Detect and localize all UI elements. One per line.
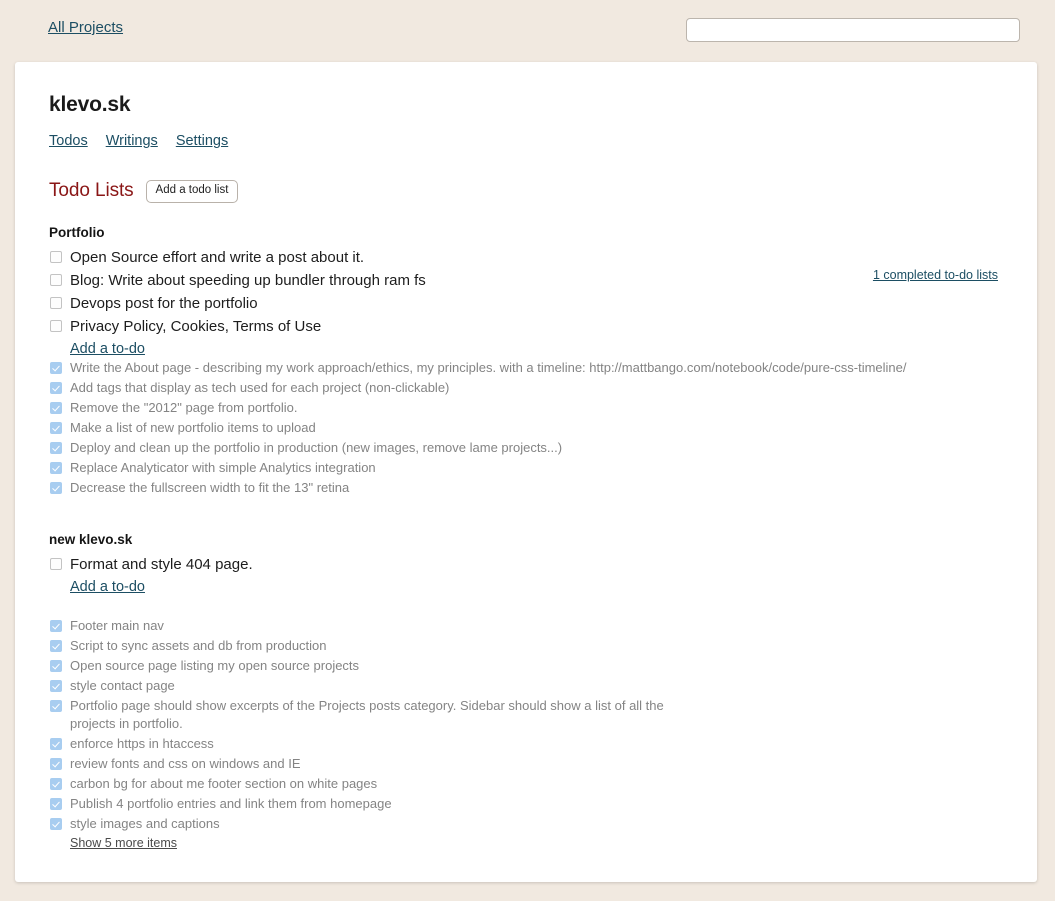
- list-item[interactable]: Replace Analyticator with simple Analyti…: [49, 458, 1003, 478]
- checkbox-checked-icon[interactable]: [50, 619, 62, 632]
- checkbox-checked-icon[interactable]: [50, 757, 62, 770]
- todo-item-text: Make a list of new portfolio items to up…: [70, 419, 316, 435]
- checkbox-checked-icon[interactable]: [50, 441, 62, 454]
- list-item[interactable]: Privacy Policy, Cookies, Terms of Use: [49, 315, 1003, 338]
- list-item[interactable]: Deploy and clean up the portfolio in pro…: [49, 438, 1003, 458]
- tab-writings[interactable]: Writings: [106, 133, 158, 149]
- checkbox-checked-icon[interactable]: [50, 481, 62, 494]
- todo-item-text: style images and captions: [70, 815, 220, 831]
- open-items-list: Open Source effort and write a post abou…: [49, 246, 1003, 338]
- checkbox-unchecked-icon[interactable]: [50, 557, 62, 570]
- todo-item-text: Open Source effort and write a post abou…: [70, 248, 365, 266]
- completed-todo-lists-link[interactable]: 1 completed to-do lists: [873, 268, 998, 282]
- project-card-body: klevo.sk Todos Writings Settings Todo Li…: [15, 62, 1037, 882]
- checkbox-checked-icon[interactable]: [50, 361, 62, 374]
- open-items-list: Format and style 404 page.: [49, 553, 1003, 576]
- list-item[interactable]: enforce https in htaccess: [49, 734, 1003, 754]
- checkbox-checked-icon[interactable]: [50, 461, 62, 474]
- list-item[interactable]: Open Source effort and write a post abou…: [49, 246, 1003, 269]
- todo-list-new-klevo-sk: new klevo.sk Format and style 404 page. …: [49, 532, 1003, 852]
- checkbox-checked-icon[interactable]: [50, 639, 62, 652]
- list-item[interactable]: Portfolio page should show excerpts of t…: [49, 696, 1003, 734]
- search-input[interactable]: [686, 18, 1020, 42]
- project-card: klevo.sk Todos Writings Settings Todo Li…: [15, 62, 1037, 882]
- todo-item-text: review fonts and css on windows and IE: [70, 755, 301, 771]
- todo-list-portfolio: Portfolio Open Source effort and write a…: [49, 225, 1003, 498]
- top-bar: All Projects: [0, 0, 1055, 62]
- project-tabs: Todos Writings Settings: [49, 133, 1003, 149]
- todo-item-text: Publish 4 portfolio entries and link the…: [70, 795, 392, 811]
- list-item[interactable]: Publish 4 portfolio entries and link the…: [49, 794, 1003, 814]
- todo-item-text: Add tags that display as tech used for e…: [70, 379, 450, 395]
- todo-item-text: Write the About page - describing my wor…: [70, 359, 907, 375]
- section-title: Todo Lists: [49, 180, 134, 202]
- list-item[interactable]: style contact page: [49, 676, 1003, 696]
- todo-item-text: Open source page listing my open source …: [70, 657, 360, 673]
- completed-items-list: Write the About page - describing my wor…: [49, 358, 1003, 498]
- todo-list-title: new klevo.sk: [49, 531, 133, 547]
- checkbox-checked-icon[interactable]: [50, 817, 62, 830]
- todo-item-text: enforce https in htaccess: [70, 735, 214, 751]
- list-item[interactable]: carbon bg for about me footer section on…: [49, 774, 1003, 794]
- todo-item-text: Portfolio page should show excerpts of t…: [70, 697, 664, 731]
- list-item[interactable]: review fonts and css on windows and IE: [49, 754, 1003, 774]
- tab-todos[interactable]: Todos: [49, 133, 88, 149]
- checkbox-checked-icon[interactable]: [50, 797, 62, 810]
- checkbox-checked-icon[interactable]: [50, 679, 62, 692]
- todo-lists-section-header: Todo Lists Add a todo list: [49, 180, 1003, 203]
- checkbox-checked-icon[interactable]: [50, 659, 62, 672]
- list-item[interactable]: Script to sync assets and db from produc…: [49, 636, 1003, 656]
- list-item[interactable]: Devops post for the portfolio: [49, 292, 1003, 315]
- checkbox-unchecked-icon[interactable]: [50, 273, 62, 286]
- checkbox-unchecked-icon[interactable]: [50, 296, 62, 309]
- todo-item-text: Format and style 404 page.: [70, 555, 253, 573]
- add-todo-list-button[interactable]: Add a todo list: [145, 180, 239, 203]
- checkbox-checked-icon[interactable]: [50, 777, 62, 790]
- list-item[interactable]: Make a list of new portfolio items to up…: [49, 418, 1003, 438]
- checkbox-unchecked-icon[interactable]: [50, 319, 62, 332]
- todo-item-text: Replace Analyticator with simple Analyti…: [70, 459, 376, 475]
- todo-list-title: Portfolio: [49, 224, 105, 240]
- todo-item-text: style contact page: [70, 677, 175, 693]
- list-item[interactable]: Remove the "2012" page from portfolio.: [49, 398, 1003, 418]
- tab-settings[interactable]: Settings: [176, 133, 228, 149]
- add-todo-link[interactable]: Add a to-do: [70, 341, 145, 357]
- todo-item-text: Script to sync assets and db from produc…: [70, 637, 327, 653]
- todo-item-text: Blog: Write about speeding up bundler th…: [70, 271, 426, 289]
- todo-item-text: Footer main nav: [70, 617, 164, 633]
- list-item[interactable]: Write the About page - describing my wor…: [49, 358, 1003, 378]
- todo-item-text: carbon bg for about me footer section on…: [70, 775, 378, 791]
- list-item[interactable]: Add tags that display as tech used for e…: [49, 378, 1003, 398]
- checkbox-checked-icon[interactable]: [50, 421, 62, 434]
- all-projects-link[interactable]: All Projects: [48, 19, 123, 36]
- page-title: klevo.sk: [49, 93, 131, 116]
- list-item[interactable]: Blog: Write about speeding up bundler th…: [49, 269, 1003, 292]
- todo-item-text: Remove the "2012" page from portfolio.: [70, 399, 298, 415]
- todo-item-text: Devops post for the portfolio: [70, 294, 258, 312]
- list-item[interactable]: Format and style 404 page.: [49, 553, 1003, 576]
- checkbox-checked-icon[interactable]: [50, 401, 62, 414]
- todo-item-text: Privacy Policy, Cookies, Terms of Use: [70, 317, 322, 335]
- checkbox-checked-icon[interactable]: [50, 699, 62, 712]
- todo-item-text: Decrease the fullscreen width to fit the…: [70, 479, 350, 495]
- list-item[interactable]: Footer main nav: [49, 616, 1003, 636]
- checkbox-unchecked-icon[interactable]: [50, 250, 62, 263]
- list-item[interactable]: Decrease the fullscreen width to fit the…: [49, 478, 1003, 498]
- checkbox-checked-icon[interactable]: [50, 737, 62, 750]
- add-todo-link[interactable]: Add a to-do: [70, 579, 145, 595]
- checkbox-checked-icon[interactable]: [50, 381, 62, 394]
- show-more-items-link[interactable]: Show 5 more items: [70, 836, 177, 850]
- list-item[interactable]: style images and captions: [49, 814, 1003, 834]
- todo-item-text: Deploy and clean up the portfolio in pro…: [70, 439, 563, 455]
- completed-items-list: Footer main nav Script to sync assets an…: [49, 616, 1003, 834]
- list-item[interactable]: Open source page listing my open source …: [49, 656, 1003, 676]
